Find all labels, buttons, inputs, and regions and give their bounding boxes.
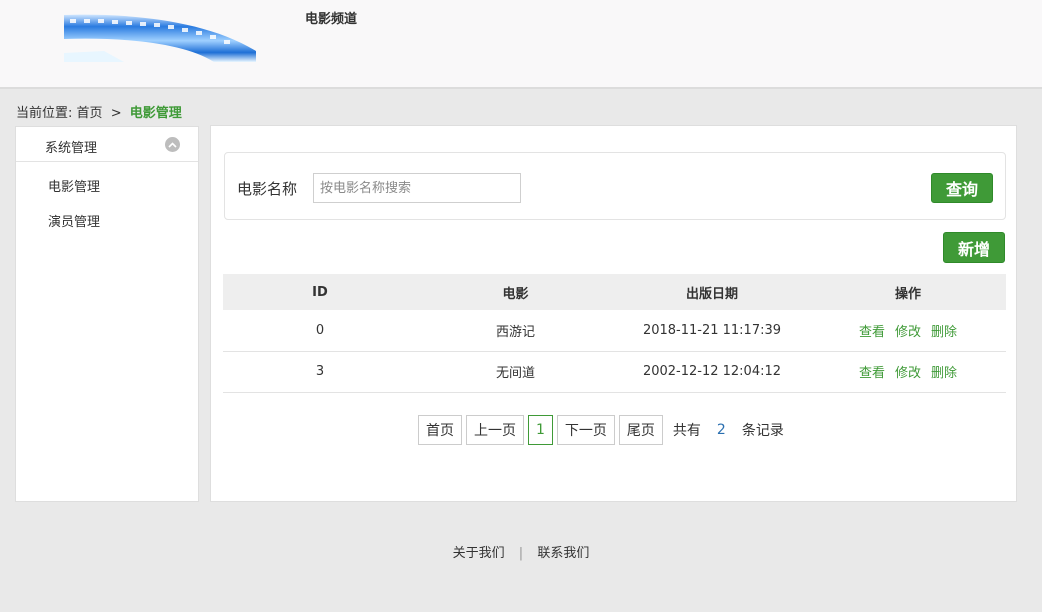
main-panel: 电影名称 查询 新增 ID 电影 出版日期 操作 0 西游记 2018-11-2… <box>210 125 1017 502</box>
first-page-button[interactable]: 首页 <box>418 415 462 445</box>
sidebar-section-header[interactable]: 系统管理 <box>16 127 198 162</box>
breadcrumb: 当前位置: 首页 > 电影管理 <box>16 102 182 121</box>
column-header-id: ID <box>223 274 417 310</box>
table-header-row: ID 电影 出版日期 操作 <box>223 274 1006 310</box>
column-header-date: 出版日期 <box>614 274 810 310</box>
view-link[interactable]: 查看 <box>859 325 885 340</box>
site-title: 电影频道 <box>305 12 358 27</box>
chevron-up-icon[interactable] <box>165 137 180 152</box>
search-input[interactable] <box>313 173 521 203</box>
header: 电影频道 <box>0 0 1042 89</box>
cell-title: 西游记 <box>417 310 614 352</box>
sidebar: 系统管理 电影管理 演员管理 <box>15 126 199 502</box>
contact-us-link[interactable]: 联系我们 <box>537 546 589 561</box>
footer-divider: | <box>518 546 524 561</box>
current-page-button[interactable]: 1 <box>528 415 553 445</box>
delete-link[interactable]: 删除 <box>931 366 957 381</box>
query-button[interactable]: 查询 <box>931 173 993 203</box>
cell-id: 0 <box>223 310 417 352</box>
footer: 关于我们 | 联系我们 <box>0 542 1042 561</box>
next-page-button[interactable]: 下一页 <box>556 415 615 445</box>
about-us-link[interactable]: 关于我们 <box>453 546 505 561</box>
cell-title: 无间道 <box>417 351 614 393</box>
cell-date: 2018-11-21 11:17:39 <box>614 310 810 352</box>
breadcrumb-prefix: 当前位置: <box>16 106 73 121</box>
edit-link[interactable]: 修改 <box>895 325 921 340</box>
cell-actions: 查看 修改 删除 <box>810 310 1006 352</box>
cell-id: 3 <box>223 351 417 393</box>
sidebar-section-title: 系统管理 <box>45 141 98 156</box>
prev-page-button[interactable]: 上一页 <box>466 415 524 445</box>
add-button[interactable]: 新增 <box>943 232 1005 263</box>
view-link[interactable]: 查看 <box>859 366 885 381</box>
search-label: 电影名称 <box>237 180 298 198</box>
breadcrumb-home-link[interactable]: 首页 <box>77 106 103 121</box>
breadcrumb-current: 电影管理 <box>129 106 182 121</box>
total-count: 2 <box>716 422 726 438</box>
film-reel-logo <box>64 13 256 62</box>
movie-table: ID 电影 出版日期 操作 0 西游记 2018-11-21 11:17:39 … <box>223 274 1006 393</box>
cell-actions: 查看 修改 删除 <box>810 351 1006 393</box>
table-row: 0 西游记 2018-11-21 11:17:39 查看 修改 删除 <box>223 310 1006 352</box>
last-page-button[interactable]: 尾页 <box>618 415 663 445</box>
sidebar-item-movie-management[interactable]: 电影管理 <box>48 176 100 195</box>
table-row: 3 无间道 2002-12-12 12:04:12 查看 修改 删除 <box>223 351 1006 393</box>
delete-link[interactable]: 删除 <box>931 325 957 340</box>
sidebar-item-actor-management[interactable]: 演员管理 <box>48 211 100 230</box>
cell-date: 2002-12-12 12:04:12 <box>614 351 810 393</box>
total-prefix: 共有 <box>672 423 701 439</box>
column-header-movie: 电影 <box>417 274 614 310</box>
pagination: 首页 上一页 1 下一页 尾页 共有 2 条记录 <box>418 415 784 445</box>
breadcrumb-separator: > <box>110 106 122 121</box>
edit-link[interactable]: 修改 <box>895 366 921 381</box>
column-header-actions: 操作 <box>810 274 1006 310</box>
total-suffix: 条记录 <box>741 423 784 439</box>
search-form: 电影名称 查询 <box>224 152 1006 220</box>
